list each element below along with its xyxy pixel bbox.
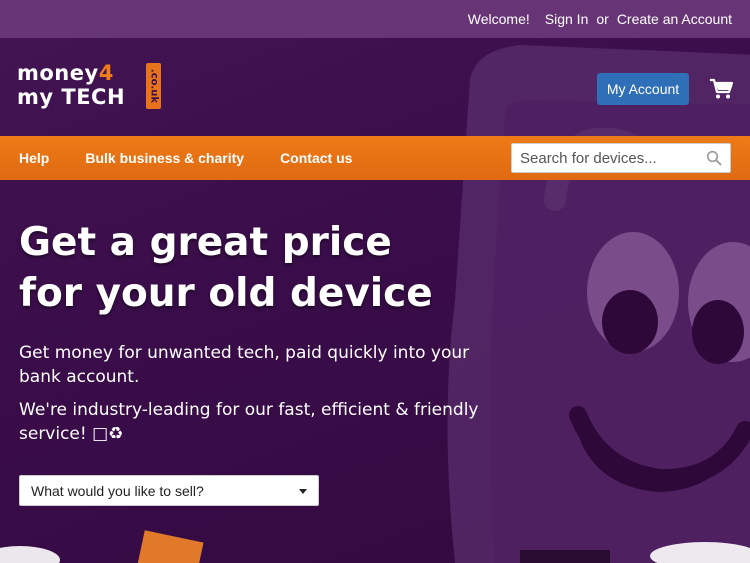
search-input[interactable] xyxy=(512,144,702,172)
logo-line-1: money4 xyxy=(17,61,114,85)
logo-domain-badge: .co.uk xyxy=(146,63,161,109)
shopping-cart-icon[interactable] xyxy=(709,78,733,100)
hero-title-line-1: Get a great price xyxy=(19,220,392,265)
nav-item-bulk-business-charity[interactable]: Bulk business & charity xyxy=(85,150,244,166)
hero-paragraph-1: Get money for unwanted tech, paid quickl… xyxy=(19,343,470,387)
hero-paragraph-2: We're industry-leading for our fast, eff… xyxy=(19,400,479,444)
search-icon[interactable] xyxy=(706,150,722,166)
top-bar: Welcome! Sign In or Create an Account xyxy=(0,0,750,38)
device-select-value: What would you like to sell? xyxy=(31,482,204,499)
site-logo[interactable]: money4 my TECH .co.uk xyxy=(17,63,162,109)
hero-title-line-2: for your old device xyxy=(19,271,433,316)
nav-item-contact-us[interactable]: Contact us xyxy=(280,150,352,166)
search-box xyxy=(511,143,731,173)
device-select-dropdown[interactable]: What would you like to sell? xyxy=(19,475,319,506)
my-account-button[interactable]: My Account xyxy=(597,73,689,105)
hero-title: Get a great price for your old device xyxy=(19,217,479,319)
or-text: or xyxy=(596,11,609,27)
nav-item-help[interactable]: Help xyxy=(19,150,49,166)
create-account-link[interactable]: Create an Account xyxy=(617,11,732,27)
caret-down-icon xyxy=(299,489,307,494)
logo-line-2: my TECH xyxy=(17,85,126,109)
welcome-text: Welcome! xyxy=(467,11,530,27)
sign-in-link[interactable]: Sign In xyxy=(545,11,589,27)
